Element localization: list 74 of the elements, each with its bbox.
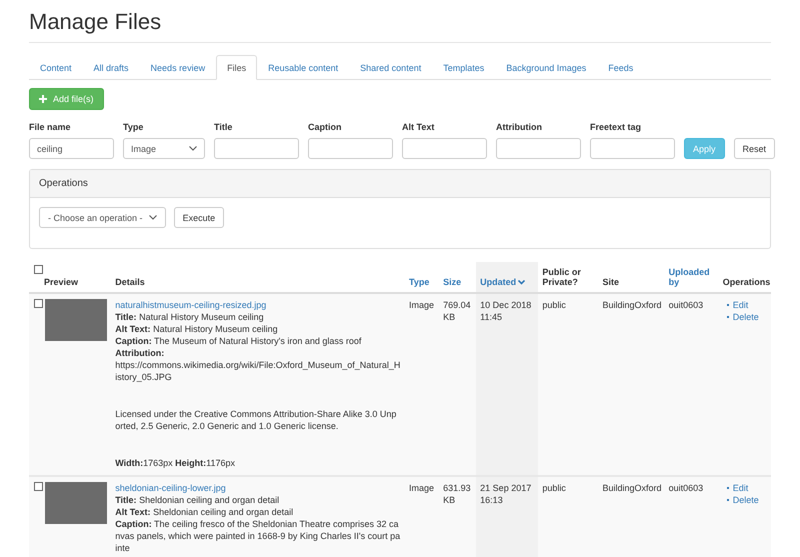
- detail-text: Title: Natural History Museum ceiling: [115, 311, 265, 323]
- updated-date: 21 Sep 2017 16:13: [480, 483, 532, 505]
- filter-label: Caption: [308, 122, 342, 132]
- column-header: Preview: [43, 277, 80, 287]
- column-header: Public or Private?: [542, 267, 582, 287]
- detail-text: Alt Text: Sheldonian ceiling and organ detail: [115, 506, 294, 518]
- execute-button[interactable]: Execute: [174, 207, 224, 228]
- type-text: Image: [409, 300, 434, 310]
- filter-input[interactable]: [402, 138, 487, 159]
- type-text: Image: [409, 483, 434, 493]
- detail-text: Caption: The ceiling fresco of the Sheldonian Theatre comprises 32 canvas panels, which were painted in 1668-9 by King Charles II's court painte: [115, 518, 401, 554]
- column-header[interactable]: Uploaded by: [668, 267, 715, 287]
- size-text: 769.04 KB: [443, 300, 471, 322]
- tab[interactable]: Files: [216, 55, 258, 80]
- photo-placeholder: [45, 299, 108, 341]
- filter-label: Attribution: [496, 122, 543, 132]
- filter-label: Type: [123, 122, 144, 132]
- operation-link[interactable]: Delete: [732, 311, 759, 323]
- detail-text: Licensed under the Creative Commons Attribution-Share Alike 3.0 Unported, 2.5 Generic, 2.0 Generic and 1.0 Generic license.: [115, 408, 398, 432]
- detail-text: https://commons.wikimedia.org/wiki/File:Oxford_Museum_of_Natural_History_05.JPG: [115, 359, 401, 383]
- reset-button[interactable]: Reset: [734, 138, 776, 159]
- tab[interactable]: All drafts: [82, 55, 140, 80]
- filter-input[interactable]: [214, 138, 299, 159]
- filter-label: Freetext tag: [590, 122, 642, 132]
- column-header[interactable]: Type: [409, 277, 430, 287]
- operation-link[interactable]: Edit: [732, 299, 748, 311]
- operation-link[interactable]: Edit: [732, 482, 748, 494]
- select-all-checkbox[interactable]: [34, 265, 43, 274]
- detail-text: Title: Sheldonian ceiling and organ detail: [115, 494, 280, 506]
- site-text: BuildingOxford: [602, 300, 662, 310]
- tab[interactable]: Templates: [432, 55, 496, 80]
- photo-placeholder: [45, 482, 108, 524]
- column-header: Site: [602, 277, 619, 287]
- tab[interactable]: Feeds: [597, 55, 644, 80]
- detail-text: Attribution:: [115, 347, 166, 359]
- operation-select[interactable]: - Choose an operation -: [39, 207, 166, 228]
- page-title: Manage Files: [29, 0, 771, 43]
- size-text: 631.93 KB: [443, 483, 471, 505]
- filter-input[interactable]: [590, 138, 675, 159]
- column-header[interactable]: Size: [443, 277, 462, 287]
- chevron-down-icon: [518, 280, 526, 284]
- filter-input[interactable]: [496, 138, 581, 159]
- panel-title: Operations: [30, 170, 770, 198]
- updated-date: 10 Dec 2018 11:45: [480, 300, 532, 322]
- row-checkbox[interactable]: [34, 482, 43, 491]
- filter-input[interactable]: [308, 138, 393, 159]
- file-link[interactable]: sheldonian-ceiling-lower.jpg: [115, 483, 226, 493]
- type-select[interactable]: Image: [123, 138, 205, 159]
- row-checkbox[interactable]: [34, 299, 43, 308]
- filter-label: Title: [214, 122, 234, 132]
- detail-text: Width:1763px Height:1176px: [115, 457, 236, 469]
- column-header: Operations: [722, 277, 770, 287]
- operation-link[interactable]: Delete: [732, 494, 759, 506]
- filter-input[interactable]: ceiling: [29, 138, 114, 159]
- filter-label: Alt Text: [402, 122, 436, 132]
- tab[interactable]: Background Images: [495, 55, 598, 80]
- tab[interactable]: Shared content: [349, 55, 432, 80]
- chevron-down-icon: [148, 215, 157, 220]
- detail-text: Caption: The Museum of Natural History's iron and glass roof: [115, 335, 362, 347]
- filter-label: File name: [29, 122, 72, 132]
- tab[interactable]: Needs review: [140, 55, 216, 80]
- visibility-text: public: [542, 483, 566, 493]
- tab[interactable]: Reusable content: [257, 55, 350, 80]
- tab[interactable]: Content: [29, 55, 83, 80]
- add-files-button[interactable]: Add file(s): [29, 88, 104, 110]
- detail-text: Alt Text: Natural History Museum ceiling: [115, 323, 279, 335]
- plus-icon: [39, 95, 47, 103]
- file-link[interactable]: naturalhistmuseum-ceiling-resized.jpg: [115, 300, 266, 310]
- column-header: Details: [115, 277, 145, 287]
- uploader-text: ouit0603: [668, 483, 704, 493]
- uploader-text: ouit0603: [668, 300, 704, 310]
- site-text: BuildingOxford: [602, 483, 662, 493]
- chevron-down-icon: [189, 146, 197, 151]
- visibility-text: public: [542, 300, 566, 310]
